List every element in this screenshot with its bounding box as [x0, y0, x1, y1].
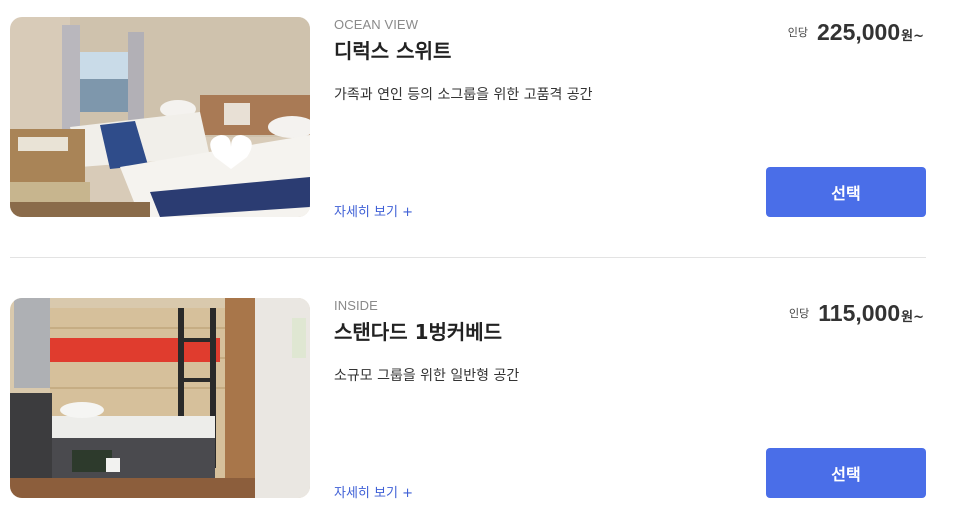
view-details-link[interactable]: 자세히 보기 +	[334, 482, 413, 501]
price-unit: 원~	[901, 310, 924, 325]
room-category: INSIDE	[334, 298, 378, 313]
room-description: 가족과 연인 등의 소그룹을 위한 고품격 공간	[334, 87, 593, 103]
room-image-standard-bunk[interactable]	[10, 298, 310, 498]
room-name: 스탠다드 1벙커베드	[334, 320, 503, 344]
room-card: OCEAN VIEW 디럭스 스위트 가족과 연인 등의 소그룹을 위한 고품격…	[10, 17, 926, 220]
price-per-person-label: 인당	[787, 26, 808, 39]
price-amount: 115,000	[818, 300, 901, 326]
room-description: 소규모 그룹을 위한 일반형 공간	[334, 368, 520, 384]
price-unit: 원~	[901, 29, 924, 44]
room-list: OCEAN VIEW 디럭스 스위트 가족과 연인 등의 소그룹을 위한 고품격…	[0, 0, 953, 510]
select-button[interactable]: 선택	[766, 448, 926, 498]
room-category: OCEAN VIEW	[334, 17, 419, 32]
room-card: INSIDE 스탠다드 1벙커베드 소규모 그룹을 위한 일반형 공간 자세히 …	[10, 298, 926, 501]
room-image-deluxe-suite[interactable]	[10, 17, 310, 217]
price-per-person-label: 인당	[789, 307, 810, 320]
select-button[interactable]: 선택	[766, 167, 926, 217]
price-amount: 225,000	[817, 19, 901, 45]
price: 인당 225,000 원~	[788, 19, 924, 46]
room-name: 디럭스 스위트	[334, 39, 452, 63]
divider	[10, 257, 926, 258]
view-details-link[interactable]: 자세히 보기 +	[334, 201, 413, 220]
price: 인당 115,000 원~	[789, 300, 924, 327]
